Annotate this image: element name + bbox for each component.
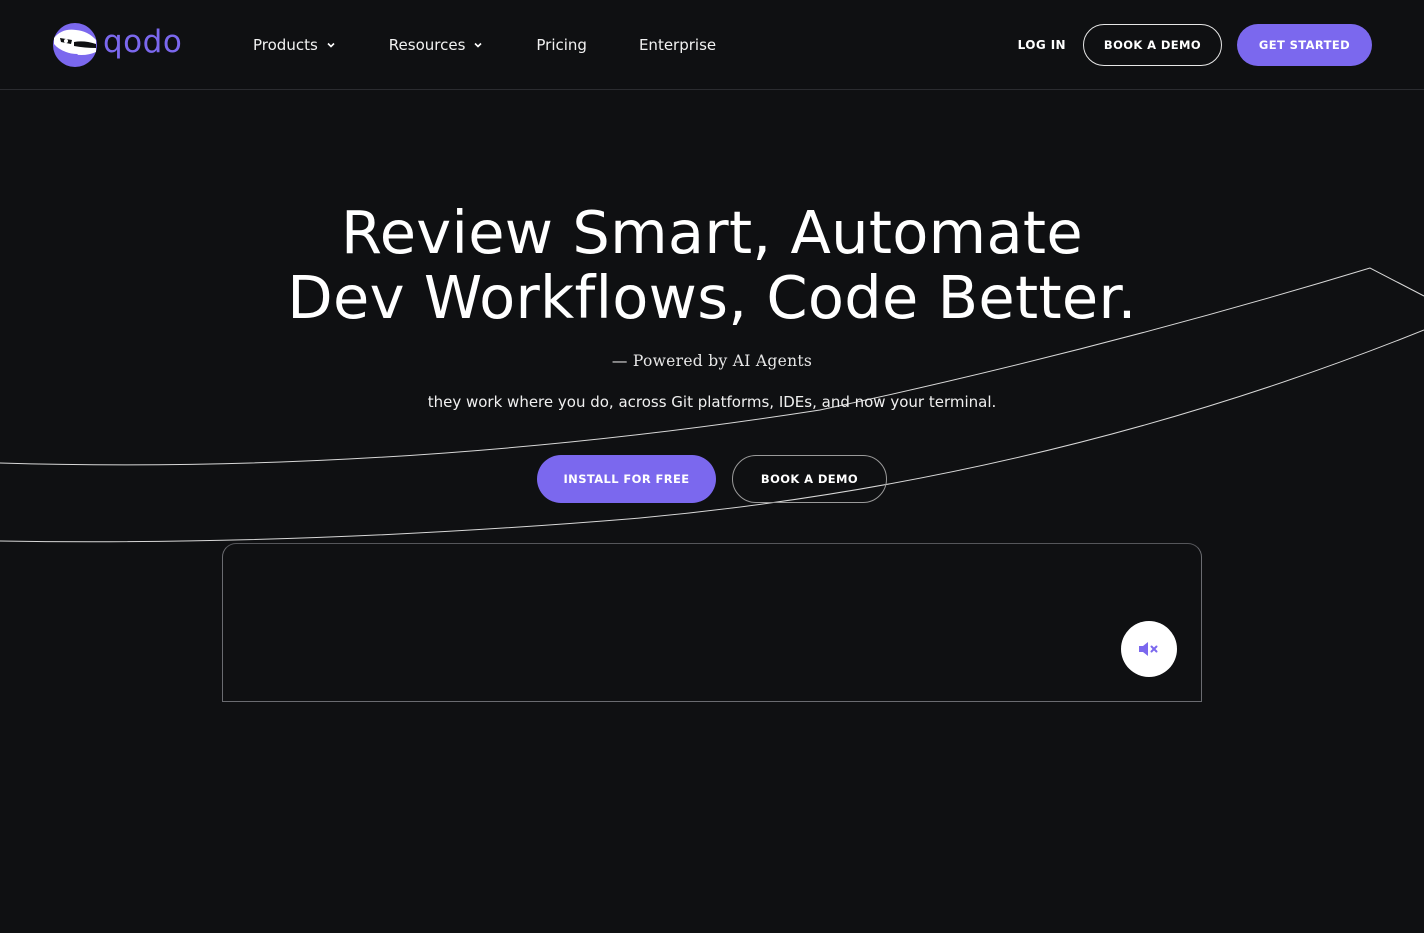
chevron-down-icon	[327, 42, 335, 48]
nav-enterprise[interactable]: Enterprise	[639, 30, 716, 60]
chevron-down-icon	[474, 42, 482, 48]
install-for-free-button[interactable]: INSTALL FOR FREE	[537, 455, 716, 503]
logo[interactable]: qodo	[52, 22, 182, 68]
demo-video-player[interactable]	[222, 543, 1202, 702]
speaker-muted-icon	[1139, 642, 1158, 656]
hero-title-line-2: Dev Workflows, Code Better.	[287, 263, 1137, 332]
get-started-button[interactable]: GET STARTED	[1237, 24, 1372, 66]
hero-subtitle: they work where you do, across Git platf…	[427, 393, 997, 411]
hero-title-line-1: Review Smart, Automate	[341, 198, 1083, 267]
nav-resources-label: Resources	[388, 36, 466, 54]
qodo-mascot-icon	[53, 23, 97, 67]
login-link[interactable]: LOG IN	[1018, 38, 1066, 52]
hero-title: Review Smart, Automate Dev Workflows, Co…	[0, 200, 1424, 330]
logo-wordmark: qodo	[103, 24, 183, 60]
decorative-curves	[0, 267, 1424, 543]
nav-products-label: Products	[253, 36, 318, 54]
book-demo-button[interactable]: BOOK A DEMO	[1083, 24, 1222, 66]
nav-products[interactable]: Products	[253, 30, 337, 60]
mute-toggle-button[interactable]	[1121, 621, 1177, 677]
hero-tagline: — Powered by AI Agents	[611, 352, 813, 370]
nav-pricing-label: Pricing	[536, 36, 587, 54]
page: qodo Products Resources Pricing Enterpri…	[0, 0, 1424, 933]
main-nav: Products Resources Pricing Enterprise	[253, 0, 768, 90]
hero-book-demo-button[interactable]: BOOK A DEMO	[732, 455, 887, 503]
hero-cta-group: INSTALL FOR FREE BOOK A DEMO	[537, 455, 887, 503]
header-actions: LOG IN BOOK A DEMO GET STARTED	[1018, 24, 1372, 66]
nav-enterprise-label: Enterprise	[638, 36, 717, 54]
nav-pricing[interactable]: Pricing	[536, 30, 587, 60]
nav-resources[interactable]: Resources	[389, 30, 485, 60]
site-header: qodo Products Resources Pricing Enterpri…	[0, 0, 1424, 90]
